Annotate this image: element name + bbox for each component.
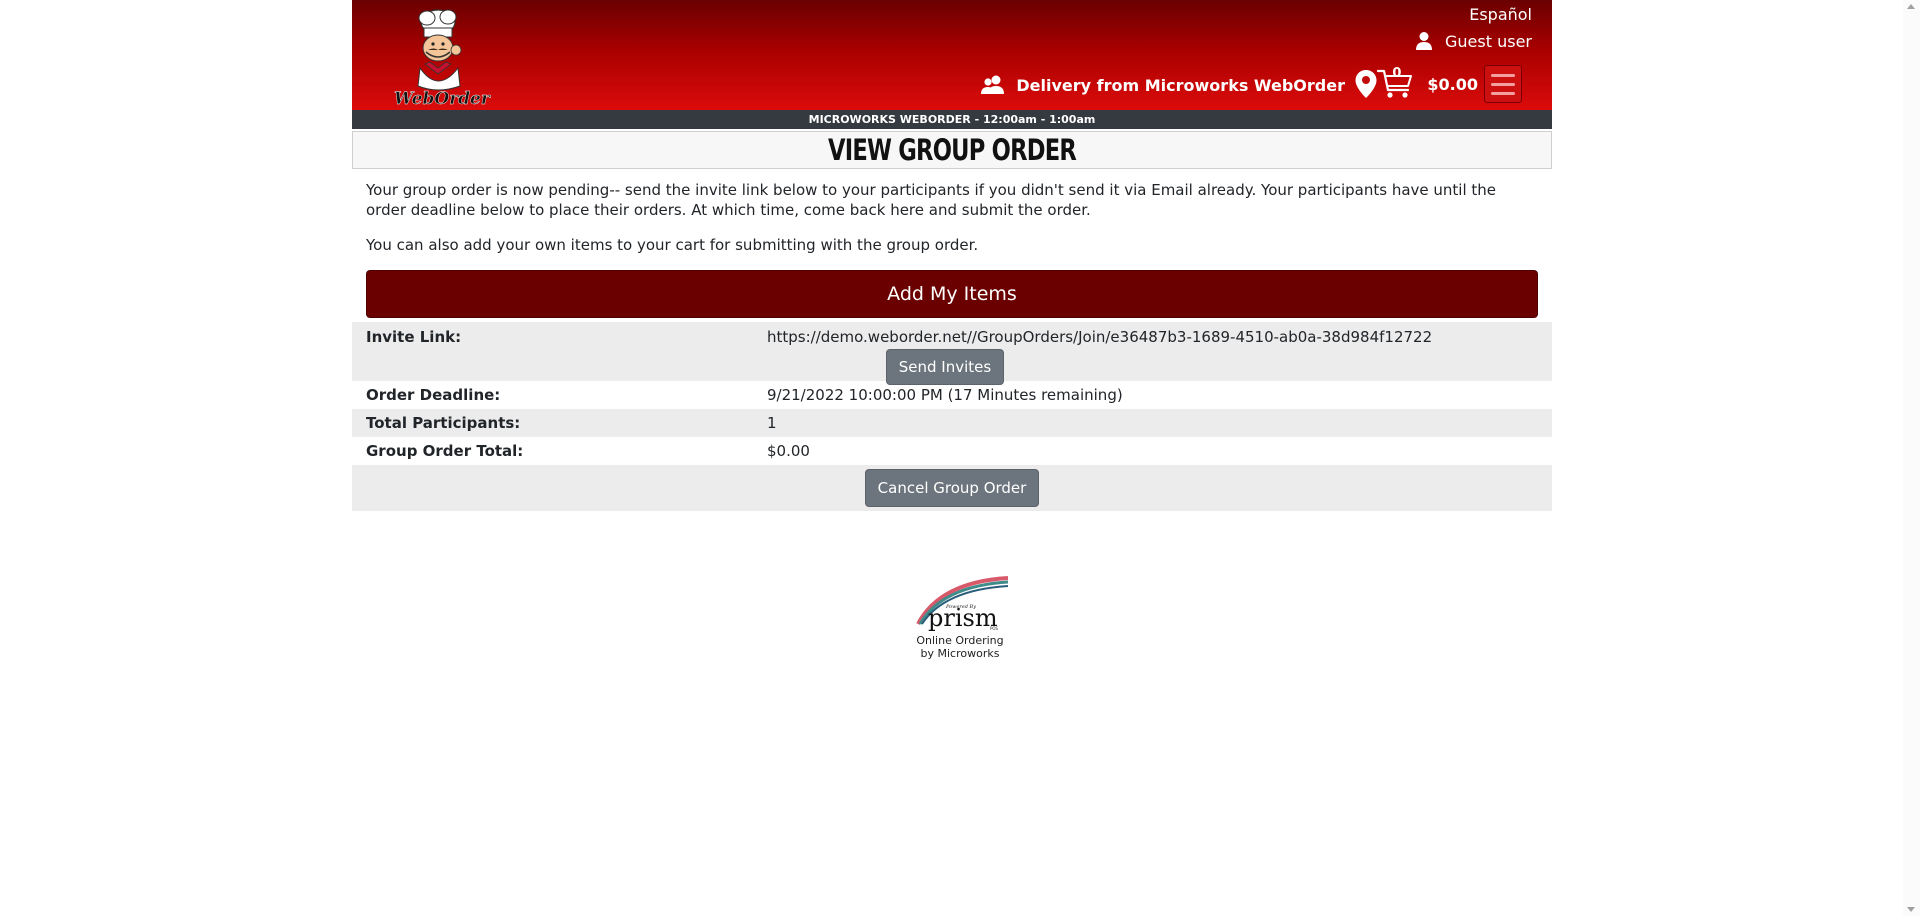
user-menu[interactable]: Guest user (1415, 31, 1532, 51)
footer-line-2: by Microworks (920, 647, 1000, 660)
language-link[interactable]: Español (1469, 5, 1532, 24)
invite-link-value[interactable]: https://demo.weborder.net//GroupOrders/J… (767, 327, 1538, 347)
store-hours-bar: MICROWORKS WEBORDER - 12:00am - 1:00am (352, 110, 1552, 129)
cancel-group-order-button[interactable]: Cancel Group Order (864, 469, 1040, 507)
user-icon (1416, 32, 1433, 50)
hamburger-icon-line (1491, 82, 1515, 86)
page-title: View Group Order (827, 133, 1077, 167)
intro-text: Your group order is now pending-- send t… (366, 181, 1497, 219)
site-header: WebOrder Español Guest user Delivery fro… (352, 0, 1552, 110)
invite-link-row: Invite Link: https://demo.weborder.net//… (352, 322, 1552, 385)
add-my-items-button[interactable]: Add My Items (366, 270, 1538, 318)
users-icon (981, 75, 1005, 94)
total-participants-value: 1 (767, 414, 777, 432)
group-order-total-label: Group Order Total: (366, 442, 524, 460)
logo-text: WebOrder (394, 89, 491, 106)
send-invites-wrap: Send Invites (352, 349, 1538, 385)
group-order-total-row: Group Order Total: $0.00 (352, 437, 1552, 465)
invite-link-value-cell: https://demo.weborder.net//GroupOrders/J… (767, 327, 1538, 385)
cart-count-badge: 0 (1392, 66, 1402, 81)
site-footer: Powered By prism POS Online Ordering by … (880, 574, 1040, 660)
weborder-logo[interactable]: WebOrder (390, 4, 492, 109)
logo-text: prism (928, 604, 998, 632)
user-label: Guest user (1445, 31, 1532, 51)
group-order-total-value: $0.00 (767, 442, 810, 460)
logo-suffix: POS (990, 626, 999, 631)
prism-logo[interactable]: Powered By prism POS (910, 574, 1010, 634)
delivery-selector[interactable]: Delivery from Microworks WebOrder (980, 74, 1345, 96)
page-title-box: View Group Order (352, 131, 1552, 169)
intro-text-secondary: You can also add your own items to your … (366, 236, 979, 254)
order-deadline-row: Order Deadline: 9/21/2022 10:00:00 PM (1… (352, 381, 1552, 409)
send-invites-button[interactable]: Send Invites (885, 349, 1005, 385)
footer-line-1: Online Ordering (916, 634, 1004, 647)
hamburger-menu-button[interactable] (1484, 65, 1522, 103)
page-scrollbar[interactable] (1903, 0, 1920, 916)
scroll-up-icon[interactable] (1907, 4, 1915, 9)
scroll-down-icon[interactable] (1907, 907, 1915, 912)
cart-total: $0.00 (1427, 74, 1478, 94)
main-content: Your group order is now pending-- send t… (352, 180, 1552, 318)
delivery-label: Delivery from Microworks WebOrder (1016, 75, 1345, 95)
cart-icon-wrap: 0 (1377, 66, 1413, 100)
cart-button[interactable]: 0 $0.00 (1377, 66, 1478, 100)
group-order-details: Invite Link: https://demo.weborder.net//… (352, 322, 1552, 511)
order-deadline-label: Order Deadline: (366, 386, 501, 404)
order-deadline-value: 9/21/2022 10:00:00 PM (17 Minutes remain… (767, 386, 1123, 404)
hamburger-icon-line (1491, 73, 1515, 77)
cancel-row: Cancel Group Order (352, 465, 1552, 511)
total-participants-row: Total Participants: 1 (352, 409, 1552, 437)
page-container: WebOrder Español Guest user Delivery fro… (352, 0, 1552, 511)
map-pin-icon[interactable] (1354, 69, 1378, 99)
total-participants-label: Total Participants: (366, 414, 521, 432)
hamburger-icon-line (1491, 91, 1515, 95)
chef-mascot-icon: WebOrder (394, 9, 491, 109)
